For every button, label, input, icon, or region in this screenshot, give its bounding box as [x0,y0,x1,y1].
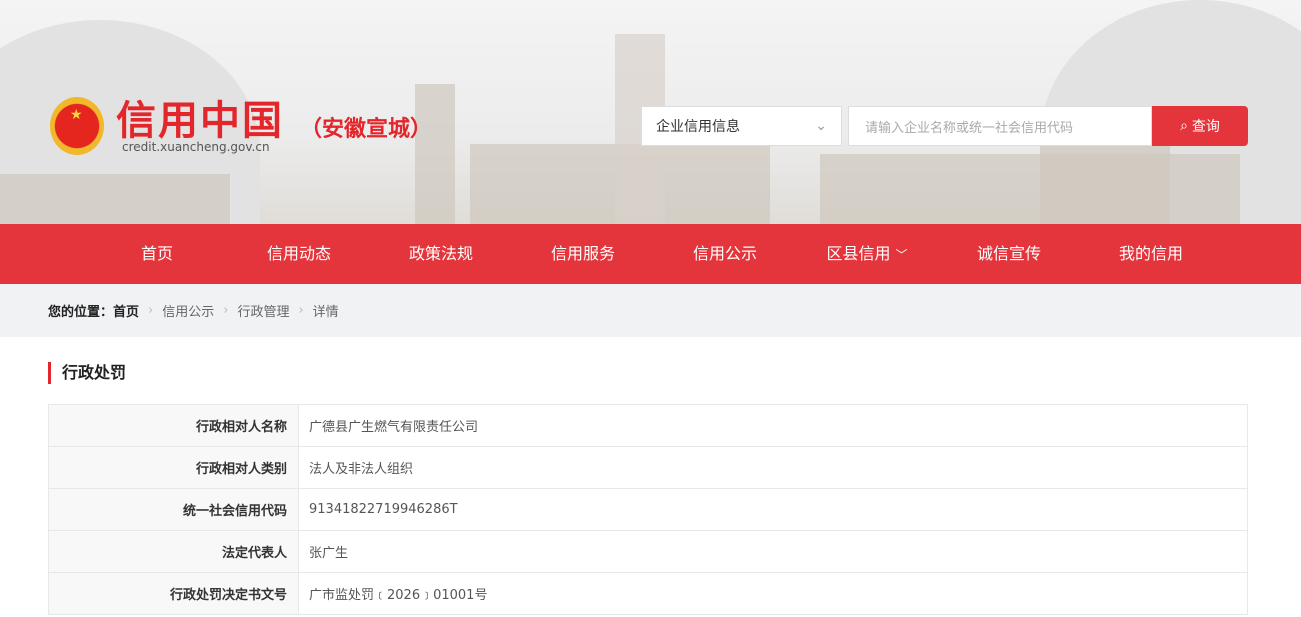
field-value: 广市监处罚﹝2026﹞01001号 [298,572,1248,615]
section-title: 行政处罚 [48,362,1301,384]
breadcrumb-admin[interactable]: 行政管理 [237,301,289,320]
search-type-select[interactable]: 企业信用信息 ⌄ [641,106,842,146]
field-label: 行政相对人类别 [48,446,299,489]
detail-table: 行政相对人名称 广德县广生燃气有限责任公司 行政相对人类别 法人及非法人组织 统一社… [48,404,1248,615]
search-icon: ⌕ [1180,118,1188,134]
breadcrumb-home[interactable]: 首页 [113,301,139,320]
search-button-label: 查询 [1191,119,1220,135]
breadcrumb: 您的位置： 首页 › 信用公示 › 行政管理 › 详情 [0,284,1301,337]
nav-credit-service[interactable]: 信用服务 [512,224,654,284]
chevron-right-icon: › [298,303,304,318]
field-label: 统一社会信用代码 [48,488,299,531]
header-banner: ★ 信用中国 （安徽宣城） credit.xuancheng.gov.cn 企业… [0,0,1301,224]
field-label: 行政相对人名称 [48,404,299,447]
main-nav: 首页 信用动态 政策法规 信用服务 信用公示 区县信用 ﹀ 诚信宣传 我的信用 [0,224,1301,284]
nav-home[interactable]: 首页 [86,224,228,284]
chevron-right-icon: › [148,303,154,318]
search-input[interactable]: 请输入企业名称或统一社会信用代码 [848,106,1152,146]
site-region: （安徽宣城） [300,117,433,142]
nav-county-label: 区县信用 [826,244,891,263]
search-button[interactable]: ⌕ 查询 [1152,106,1248,146]
nav-policy[interactable]: 政策法规 [370,224,512,284]
table-row: 行政相对人类别 法人及非法人组织 [48,446,1248,489]
chevron-right-icon: › [223,303,229,318]
table-row: 行政相对人名称 广德县广生燃气有限责任公司 [48,404,1248,447]
field-label: 行政处罚决定书文号 [48,572,299,615]
nav-my-credit[interactable]: 我的信用 [1080,224,1222,284]
nav-county-credit[interactable]: 区县信用 ﹀ [796,224,938,284]
nav-credit-publicity[interactable]: 信用公示 [654,224,796,284]
search-bar: 企业信用信息 ⌄ 请输入企业名称或统一社会信用代码 ⌕ 查询 [641,106,1248,146]
site-title: 信用中国 [116,98,284,144]
table-row: 法定代表人 张广生 [48,530,1248,573]
table-row: 行政处罚决定书文号 广市监处罚﹝2026﹞01001号 [48,572,1248,615]
breadcrumb-detail: 详情 [312,305,339,320]
table-row: 统一社会信用代码 91341822719946286T [48,488,1248,531]
nav-integrity[interactable]: 诚信宣传 [938,224,1080,284]
breadcrumb-prefix: 您的位置： [48,305,114,320]
field-value: 91341822719946286T [298,488,1248,531]
field-value: 张广生 [298,530,1248,573]
breadcrumb-publicity[interactable]: 信用公示 [162,301,214,320]
search-type-value: 企业信用信息 [656,119,740,135]
nav-credit-news[interactable]: 信用动态 [228,224,370,284]
field-label: 法定代表人 [48,530,299,573]
field-value: 法人及非法人组织 [298,446,1248,489]
national-emblem-icon: ★ [50,97,104,155]
chevron-down-icon: ⌄ [815,118,827,134]
field-value: 广德县广生燃气有限责任公司 [298,404,1248,447]
site-url: credit.xuancheng.gov.cn [122,140,270,154]
chevron-down-icon: ﹀ [895,248,908,262]
